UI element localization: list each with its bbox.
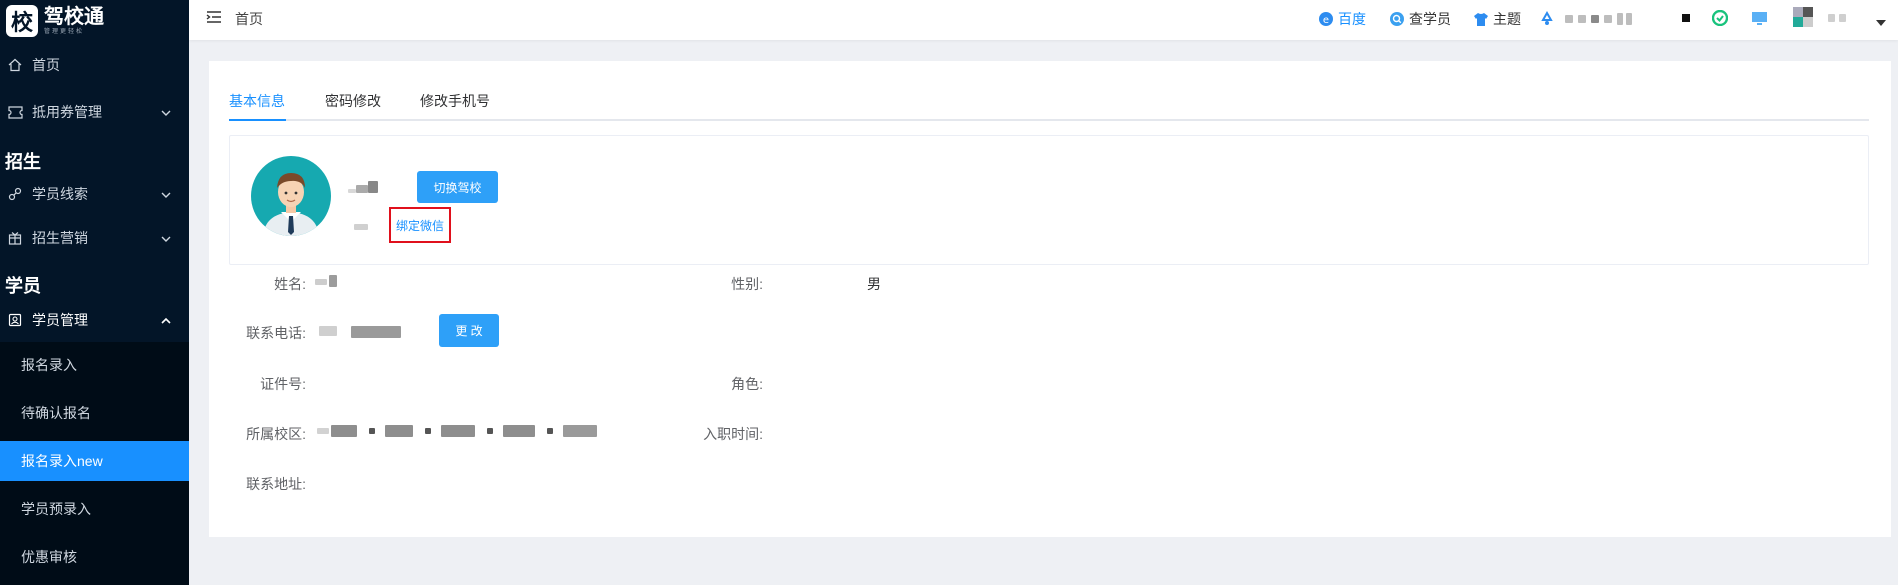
profile-card: 基本信息 密码修改 修改手机号 切换驾校 绑定微信 姓名: 性别: 男 联系电话… bbox=[209, 61, 1891, 537]
section-enroll: 招生 bbox=[5, 152, 41, 172]
sidebar-item-label: 抵用券管理 bbox=[32, 104, 102, 120]
phone-value-blurred bbox=[351, 326, 401, 338]
chevron-down-icon bbox=[161, 231, 171, 247]
svg-text:e: e bbox=[1323, 15, 1329, 26]
sidebar-subitem-enroll-new[interactable]: 报名录入new bbox=[0, 441, 189, 481]
blurred-text bbox=[1839, 14, 1846, 22]
phone-label: 联系电话: bbox=[246, 325, 306, 341]
tab-basic-info[interactable]: 基本信息 bbox=[229, 91, 286, 121]
monitor-icon[interactable] bbox=[1751, 10, 1768, 29]
sidebar-item-home[interactable]: 首页 bbox=[0, 45, 189, 85]
user-company-indicator[interactable] bbox=[1539, 11, 1632, 27]
sidebar-item-label: 学员线索 bbox=[32, 186, 88, 202]
header-link-label: 百度 bbox=[1338, 11, 1366, 27]
sidebar-subitem-pending[interactable]: 待确认报名 bbox=[0, 393, 189, 433]
campus-value-blurred bbox=[317, 425, 597, 437]
blurred-text bbox=[354, 224, 368, 230]
ticket-icon bbox=[7, 104, 23, 120]
chevron-up-icon bbox=[161, 313, 171, 329]
browser-icon: e bbox=[1318, 11, 1334, 27]
blurred-text bbox=[1578, 15, 1586, 23]
blurred-text bbox=[1828, 14, 1835, 22]
blurred-text bbox=[1617, 13, 1623, 25]
gender-label: 性别: bbox=[731, 276, 763, 292]
shirt-icon bbox=[1473, 12, 1489, 27]
logo-icon: 校 bbox=[6, 5, 38, 37]
breadcrumb[interactable]: 首页 bbox=[235, 9, 263, 29]
header-link-label: 查学员 bbox=[1409, 11, 1451, 27]
chevron-down-icon bbox=[161, 187, 171, 203]
sidebar-subitem-prereg[interactable]: 学员预录入 bbox=[0, 489, 189, 529]
avatar[interactable] bbox=[1793, 7, 1813, 30]
id-number-label: 证件号: bbox=[260, 376, 306, 392]
user-avatar bbox=[251, 156, 331, 236]
status-square-icon bbox=[1682, 14, 1690, 22]
sidebar-item-label: 招生营销 bbox=[32, 230, 88, 246]
header-link-baidu[interactable]: e 百度 bbox=[1318, 9, 1366, 29]
switch-school-button[interactable]: 切换驾校 bbox=[417, 171, 498, 203]
link-icon bbox=[7, 186, 23, 202]
gender-value: 男 bbox=[867, 276, 881, 292]
sidebar-subitem-discount[interactable]: 优惠审核 bbox=[0, 537, 189, 577]
top-header: 首页 e 百度 查学员 主题 bbox=[189, 0, 1898, 40]
header-link-find-student[interactable]: 查学员 bbox=[1389, 9, 1451, 29]
name-value-blurred bbox=[315, 279, 327, 285]
shield-icon[interactable] bbox=[1711, 9, 1729, 29]
sidebar-item-label: 学员管理 bbox=[32, 312, 88, 328]
name-value-blurred bbox=[329, 275, 337, 287]
tabs: 基本信息 密码修改 修改手机号 bbox=[229, 91, 1869, 121]
search-icon bbox=[1389, 11, 1405, 27]
blurred-text bbox=[1626, 13, 1632, 25]
header-link-label: 主题 bbox=[1493, 11, 1521, 27]
name-label: 姓名: bbox=[274, 276, 306, 292]
sidebar-item-marketing[interactable]: 招生营销 bbox=[0, 218, 189, 258]
phone-value-blurred bbox=[319, 326, 337, 336]
campus-label: 所属校区: bbox=[246, 426, 306, 442]
sidebar-item-leads[interactable]: 学员线索 bbox=[0, 174, 189, 214]
menu-toggle-icon[interactable] bbox=[206, 10, 222, 27]
change-phone-button[interactable]: 更 改 bbox=[439, 314, 499, 347]
tab-password[interactable]: 密码修改 bbox=[325, 91, 381, 121]
sidebar-item-coupon[interactable]: 抵用券管理 bbox=[0, 92, 189, 132]
user-name-blurred bbox=[348, 180, 378, 196]
hire-date-label: 入职时间: bbox=[703, 426, 763, 442]
tab-phone[interactable]: 修改手机号 bbox=[420, 91, 490, 121]
home-icon bbox=[7, 57, 23, 73]
section-student: 学员 bbox=[5, 276, 41, 296]
sidebar-item-label: 首页 bbox=[32, 57, 60, 73]
role-label: 角色: bbox=[731, 376, 763, 392]
gift-icon bbox=[7, 230, 23, 246]
blurred-text bbox=[1565, 15, 1573, 23]
id-card-icon bbox=[7, 312, 23, 328]
chevron-down-icon bbox=[161, 105, 171, 121]
address-label: 联系地址: bbox=[246, 476, 306, 492]
app-logo: 校 驾校通 管理更轻松 bbox=[0, 0, 189, 42]
blurred-text bbox=[1604, 15, 1612, 23]
bind-wechat-link[interactable]: 绑定微信 bbox=[396, 217, 444, 234]
caret-down-icon[interactable] bbox=[1876, 14, 1886, 30]
header-link-theme[interactable]: 主题 bbox=[1473, 9, 1521, 29]
sidebar-item-student-mgmt[interactable]: 学员管理 bbox=[0, 300, 189, 340]
profile-summary: 切换驾校 绑定微信 bbox=[229, 135, 1869, 265]
sidebar-subitem-enroll[interactable]: 报名录入 bbox=[0, 345, 189, 385]
recycle-icon bbox=[1539, 11, 1555, 27]
bind-wechat-highlight: 绑定微信 bbox=[389, 207, 451, 243]
app-slogan: 管理更轻松 bbox=[44, 29, 85, 35]
sidebar: 校 驾校通 管理更轻松 首页 抵用券管理 招生 学员线索 招生营销 学员 学员管… bbox=[0, 0, 189, 585]
app-name: 驾校通 bbox=[44, 6, 104, 28]
blurred-text bbox=[1591, 15, 1599, 23]
